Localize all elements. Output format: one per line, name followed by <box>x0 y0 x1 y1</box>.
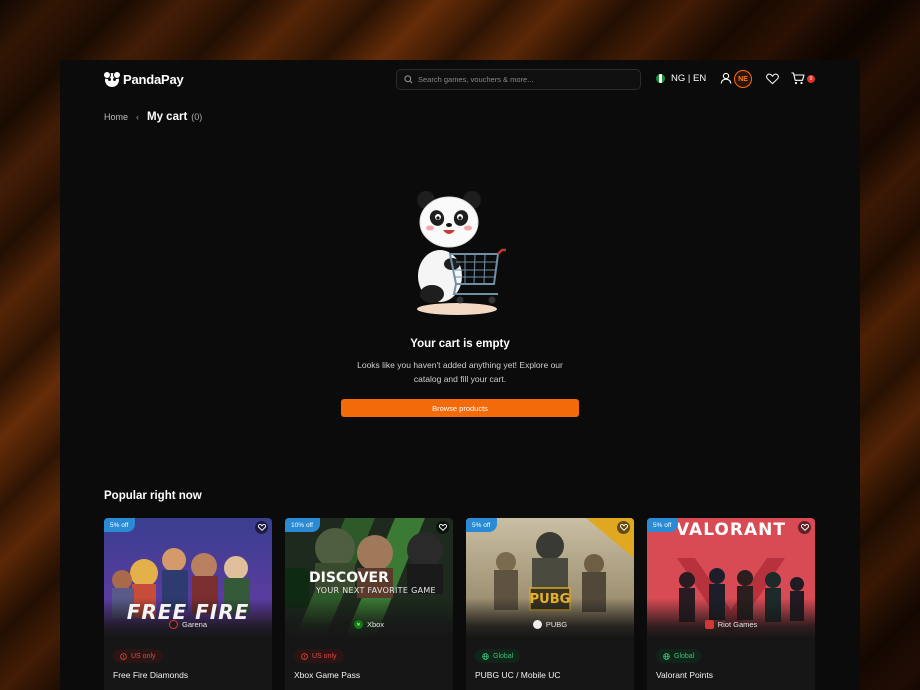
publisher-name: Riot Games <box>717 620 758 629</box>
globe-icon <box>663 652 670 660</box>
breadcrumb: Home ‹ My cart (0) <box>104 111 202 123</box>
product-name: Free Fire Diamonds <box>113 670 189 680</box>
language-label: NG | EN <box>671 73 707 84</box>
product-name: Xbox Game Pass <box>294 670 361 680</box>
region-label: US only <box>312 652 337 660</box>
region-label: US only <box>131 652 156 660</box>
pubg-logo-icon <box>532 620 542 629</box>
discover-subheadline: YOUR NEXT FAVORITE GAME <box>316 586 436 595</box>
search-icon <box>404 75 413 84</box>
product-card-xbox-game-pass[interactable]: DISCOVER YOUR NEXT FAVORITE GAME 10% off… <box>285 518 453 690</box>
favorite-heart-icon[interactable] <box>436 521 449 534</box>
popular-section-title: Popular right now <box>104 490 202 502</box>
xbox-logo-icon: ✕ <box>353 620 363 629</box>
user-icon[interactable] <box>720 72 732 84</box>
brand-name: PandaPay <box>123 72 184 87</box>
discount-badge: 10% off <box>285 518 320 532</box>
publisher-name: PUBG <box>545 620 568 629</box>
empty-cart-description: Looks like you haven't added anything ye… <box>357 360 563 384</box>
product-card-free-fire[interactable]: FREE FIRE 5% off Garena US only Free Fir… <box>104 518 272 690</box>
product-name: PUBG UC / Mobile UC <box>475 670 561 680</box>
publisher-label: PUBG <box>466 620 634 629</box>
garena-logo-icon <box>168 620 178 629</box>
breadcrumb-home-link[interactable]: Home <box>104 112 128 122</box>
region-badge: Global <box>475 649 521 663</box>
discount-badge: 5% off <box>104 518 136 532</box>
nigeria-flag-icon <box>656 74 665 83</box>
product-name: Valorant Points <box>656 670 714 680</box>
page-title: My cart <box>147 111 188 123</box>
region-badge: US only <box>113 649 163 663</box>
cart-icon[interactable] <box>791 72 805 85</box>
discount-badge: 5% off <box>466 518 498 532</box>
empty-cart-title: Your cart is empty <box>410 338 510 350</box>
publisher-label: Riot Games <box>647 620 815 629</box>
favorite-heart-icon[interactable] <box>255 521 268 534</box>
brand-logo[interactable]: PandaPay <box>103 70 184 87</box>
avatar[interactable]: NE <box>734 70 752 88</box>
region-badge: Global <box>656 649 702 663</box>
info-circle-icon <box>120 652 127 660</box>
wishlist-heart-icon[interactable] <box>766 73 779 85</box>
publisher-label: Garena <box>104 620 272 629</box>
publisher-name: Xbox <box>366 620 385 629</box>
favorite-heart-icon[interactable] <box>798 521 811 534</box>
popular-products-list: FREE FIRE 5% off Garena US only Free Fir… <box>104 518 815 690</box>
publisher-label: ✕ Xbox <box>285 620 453 629</box>
globe-icon <box>482 652 489 660</box>
pubg-logo-text: PUBG <box>529 592 571 607</box>
chevron-left-icon: ‹ <box>136 112 140 122</box>
cart-count-badge: 0 <box>807 75 815 83</box>
search-bar[interactable] <box>396 69 641 90</box>
app-frame: PandaPay NG | EN NE 0 Home ‹ My cart (0) <box>60 60 860 690</box>
product-card-valorant[interactable]: VALORANT 5% off Riot Games Global Valora… <box>647 518 815 690</box>
panda-cart-illustration <box>417 191 506 315</box>
language-switcher[interactable]: NG | EN <box>656 73 706 84</box>
riot-games-logo-icon <box>704 620 714 629</box>
discount-badge: 5% off <box>647 518 679 532</box>
region-label: Global <box>674 652 695 660</box>
discover-headline: DISCOVER <box>309 570 389 586</box>
top-header: PandaPay NG | EN NE 0 <box>60 60 860 100</box>
panda-logo-icon <box>103 70 121 87</box>
info-circle-icon <box>301 652 308 660</box>
publisher-name: Garena <box>181 620 208 629</box>
product-card-pubg[interactable]: PUBG 5% off PUBG Global PUBG UC / Mobile… <box>466 518 634 690</box>
region-label: Global <box>493 652 514 660</box>
favorite-heart-icon[interactable] <box>617 521 630 534</box>
browse-products-button[interactable]: Browse products <box>341 399 579 417</box>
search-input[interactable] <box>418 75 618 84</box>
region-badge: US only <box>294 649 344 663</box>
cart-item-count: (0) <box>191 112 203 122</box>
